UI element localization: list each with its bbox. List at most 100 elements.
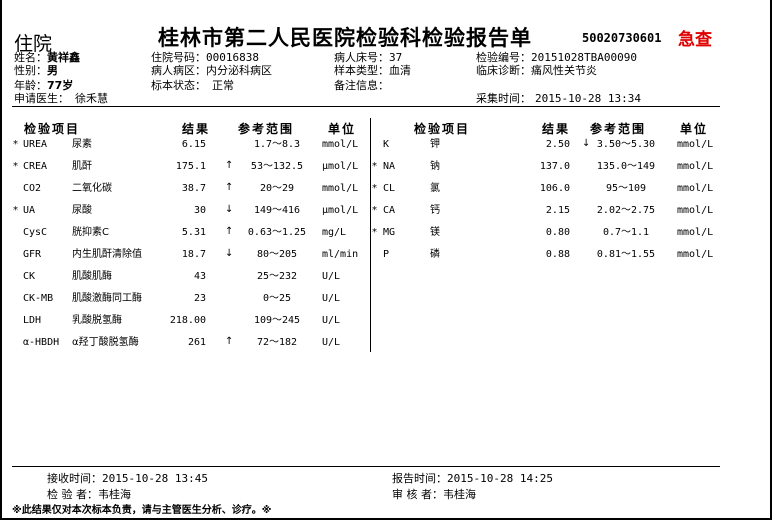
right-result-unit: mmol/L	[677, 139, 714, 150]
right-result-unit: mmol/L	[677, 249, 714, 260]
right-result-name: 钠	[430, 161, 440, 172]
right-result-unit: mmol/L	[677, 227, 714, 238]
left-result-unit: U/L	[322, 337, 341, 348]
right-result-range: 95～109	[605, 183, 647, 194]
reviewer: 韦桂海	[443, 488, 476, 501]
right-result-result: 137.0	[539, 161, 570, 172]
left-result-unit: U/L	[322, 315, 341, 326]
test-no-row: 检验编号：20151028TBA00090	[476, 51, 637, 65]
receive-row: 接收时间：2015-10-28 13:45	[47, 470, 208, 486]
right-header-result: 结果	[542, 122, 571, 136]
patient-name: 黄祥鑫	[47, 51, 80, 64]
diagnosis-row: 临床诊断：痛风性关节炎	[476, 64, 597, 78]
right-result-code: P	[383, 249, 390, 260]
ward-row: 病人病区：内分泌科病区	[151, 64, 272, 78]
right-result-result: 2.15	[545, 205, 570, 216]
left-result-unit: ml/min	[322, 249, 359, 260]
right-result-code: K	[383, 139, 390, 150]
right-result-mark: *	[372, 183, 377, 194]
left-result-range: 80～205	[256, 249, 298, 260]
left-result-mark: *	[13, 139, 18, 150]
left-result-unit: U/L	[322, 271, 341, 282]
right-result-range: 135.0～149	[596, 161, 656, 172]
right-result-range: 2.02～2.75	[596, 205, 656, 216]
bed-label: 病人床号：	[334, 51, 389, 64]
left-result-range: 25～232	[256, 271, 298, 282]
disclaimer-note: ※此结果仅对本次标本负责，请与主管医生分析、诊疗。※	[12, 505, 272, 516]
sample-type-row: 样本类型：血清	[334, 64, 411, 78]
table-column-divider	[370, 118, 371, 352]
specimen-status: 正常	[212, 79, 234, 92]
report-time: 2015-10-28 14:25	[447, 472, 553, 485]
patient-sex-row: 性别：男	[14, 64, 58, 78]
left-result-range: 53～132.5	[250, 161, 304, 172]
left-result-code: UA	[23, 205, 36, 216]
left-header-range: 参考范围	[238, 122, 295, 136]
left-result-range: 20～29	[259, 183, 295, 194]
tester-label: 检 验 者：	[47, 488, 98, 501]
right-result-unit: mmol/L	[677, 205, 714, 216]
left-result-unit: μmol/L	[322, 161, 359, 172]
right-result-result: 2.50	[545, 139, 570, 150]
left-result-mark: *	[13, 205, 18, 216]
right-result-name: 镁	[430, 227, 440, 238]
left-result-result: 218.00	[169, 315, 206, 326]
specimen-status-label: 标本状态：	[151, 79, 206, 92]
collect-time-label: 采集时间：	[476, 92, 531, 105]
receive-time: 2015-10-28 13:45	[102, 472, 208, 485]
bed-no: 37	[389, 51, 403, 64]
left-result-range: 149～416	[253, 205, 301, 216]
doctor-label: 申请医生：	[14, 92, 69, 105]
report-time-label: 报告时间：	[392, 472, 447, 485]
left-result-unit: μmol/L	[322, 205, 359, 216]
patient-name-label: 姓名：	[14, 51, 47, 64]
patient-age: 77岁	[47, 79, 74, 92]
patient-age-row: 年龄：77岁	[14, 79, 73, 93]
left-result-code: α-HBDH	[23, 337, 60, 348]
left-result-code: CysC	[23, 227, 48, 238]
right-result-mark: *	[372, 227, 377, 238]
left-result-code: CK-MB	[23, 293, 54, 304]
right-result-code: MG	[383, 227, 396, 238]
ward-label: 病人病区：	[151, 64, 206, 77]
header-divider	[12, 106, 720, 107]
patient-name-row: 姓名：黄祥鑫	[14, 51, 80, 65]
receive-label: 接收时间：	[47, 472, 102, 485]
left-header-item: 检验项目	[24, 122, 81, 136]
left-result-name: 胱抑素C	[72, 227, 109, 238]
right-header-unit: 单位	[680, 122, 709, 136]
right-result-mark: *	[372, 161, 377, 172]
right-result-code: CA	[383, 205, 396, 216]
right-result-name: 钙	[430, 205, 440, 216]
left-result-name: 二氧化碳	[72, 183, 112, 194]
reviewer-row: 审 核 者：韦桂海	[392, 486, 476, 502]
patient-age-label: 年龄：	[14, 79, 47, 92]
left-result-code: GFR	[23, 249, 42, 260]
left-result-name: 尿素	[72, 139, 92, 150]
right-result-range: 3.50～5.30	[596, 139, 656, 150]
right-result-name: 氯	[430, 183, 440, 194]
right-result-unit: mmol/L	[677, 161, 714, 172]
left-result-code: UREA	[23, 139, 48, 150]
test-no-label: 检验编号：	[476, 51, 531, 64]
footer-divider	[12, 466, 720, 467]
left-result-code: LDH	[23, 315, 42, 326]
inpatient-no: 00016838	[206, 51, 259, 64]
collect-time: 2015-10-28 13:34	[535, 92, 641, 105]
report-title: 桂林市第二人民医院检验科检验报告单	[158, 26, 532, 50]
right-result-mark: *	[372, 205, 377, 216]
left-result-range: 1.7～8.3	[253, 139, 301, 150]
report-time-row: 报告时间：2015-10-28 14:25	[392, 470, 553, 486]
right-result-range: 0.7～1.1	[602, 227, 650, 238]
left-result-range: 109～245	[253, 315, 301, 326]
reviewer-label: 审 核 者：	[392, 488, 443, 501]
right-result-name: 钾	[430, 139, 440, 150]
left-result-unit: mg/L	[322, 227, 347, 238]
left-result-mark: *	[13, 161, 18, 172]
right-result-code: CL	[383, 183, 396, 194]
left-result-result: 261	[187, 337, 206, 348]
urgent-badge: 急查	[678, 30, 712, 50]
left-result-unit: mmol/L	[322, 183, 359, 194]
left-header-result: 结果	[182, 122, 211, 136]
left-result-result: 30	[193, 205, 206, 216]
